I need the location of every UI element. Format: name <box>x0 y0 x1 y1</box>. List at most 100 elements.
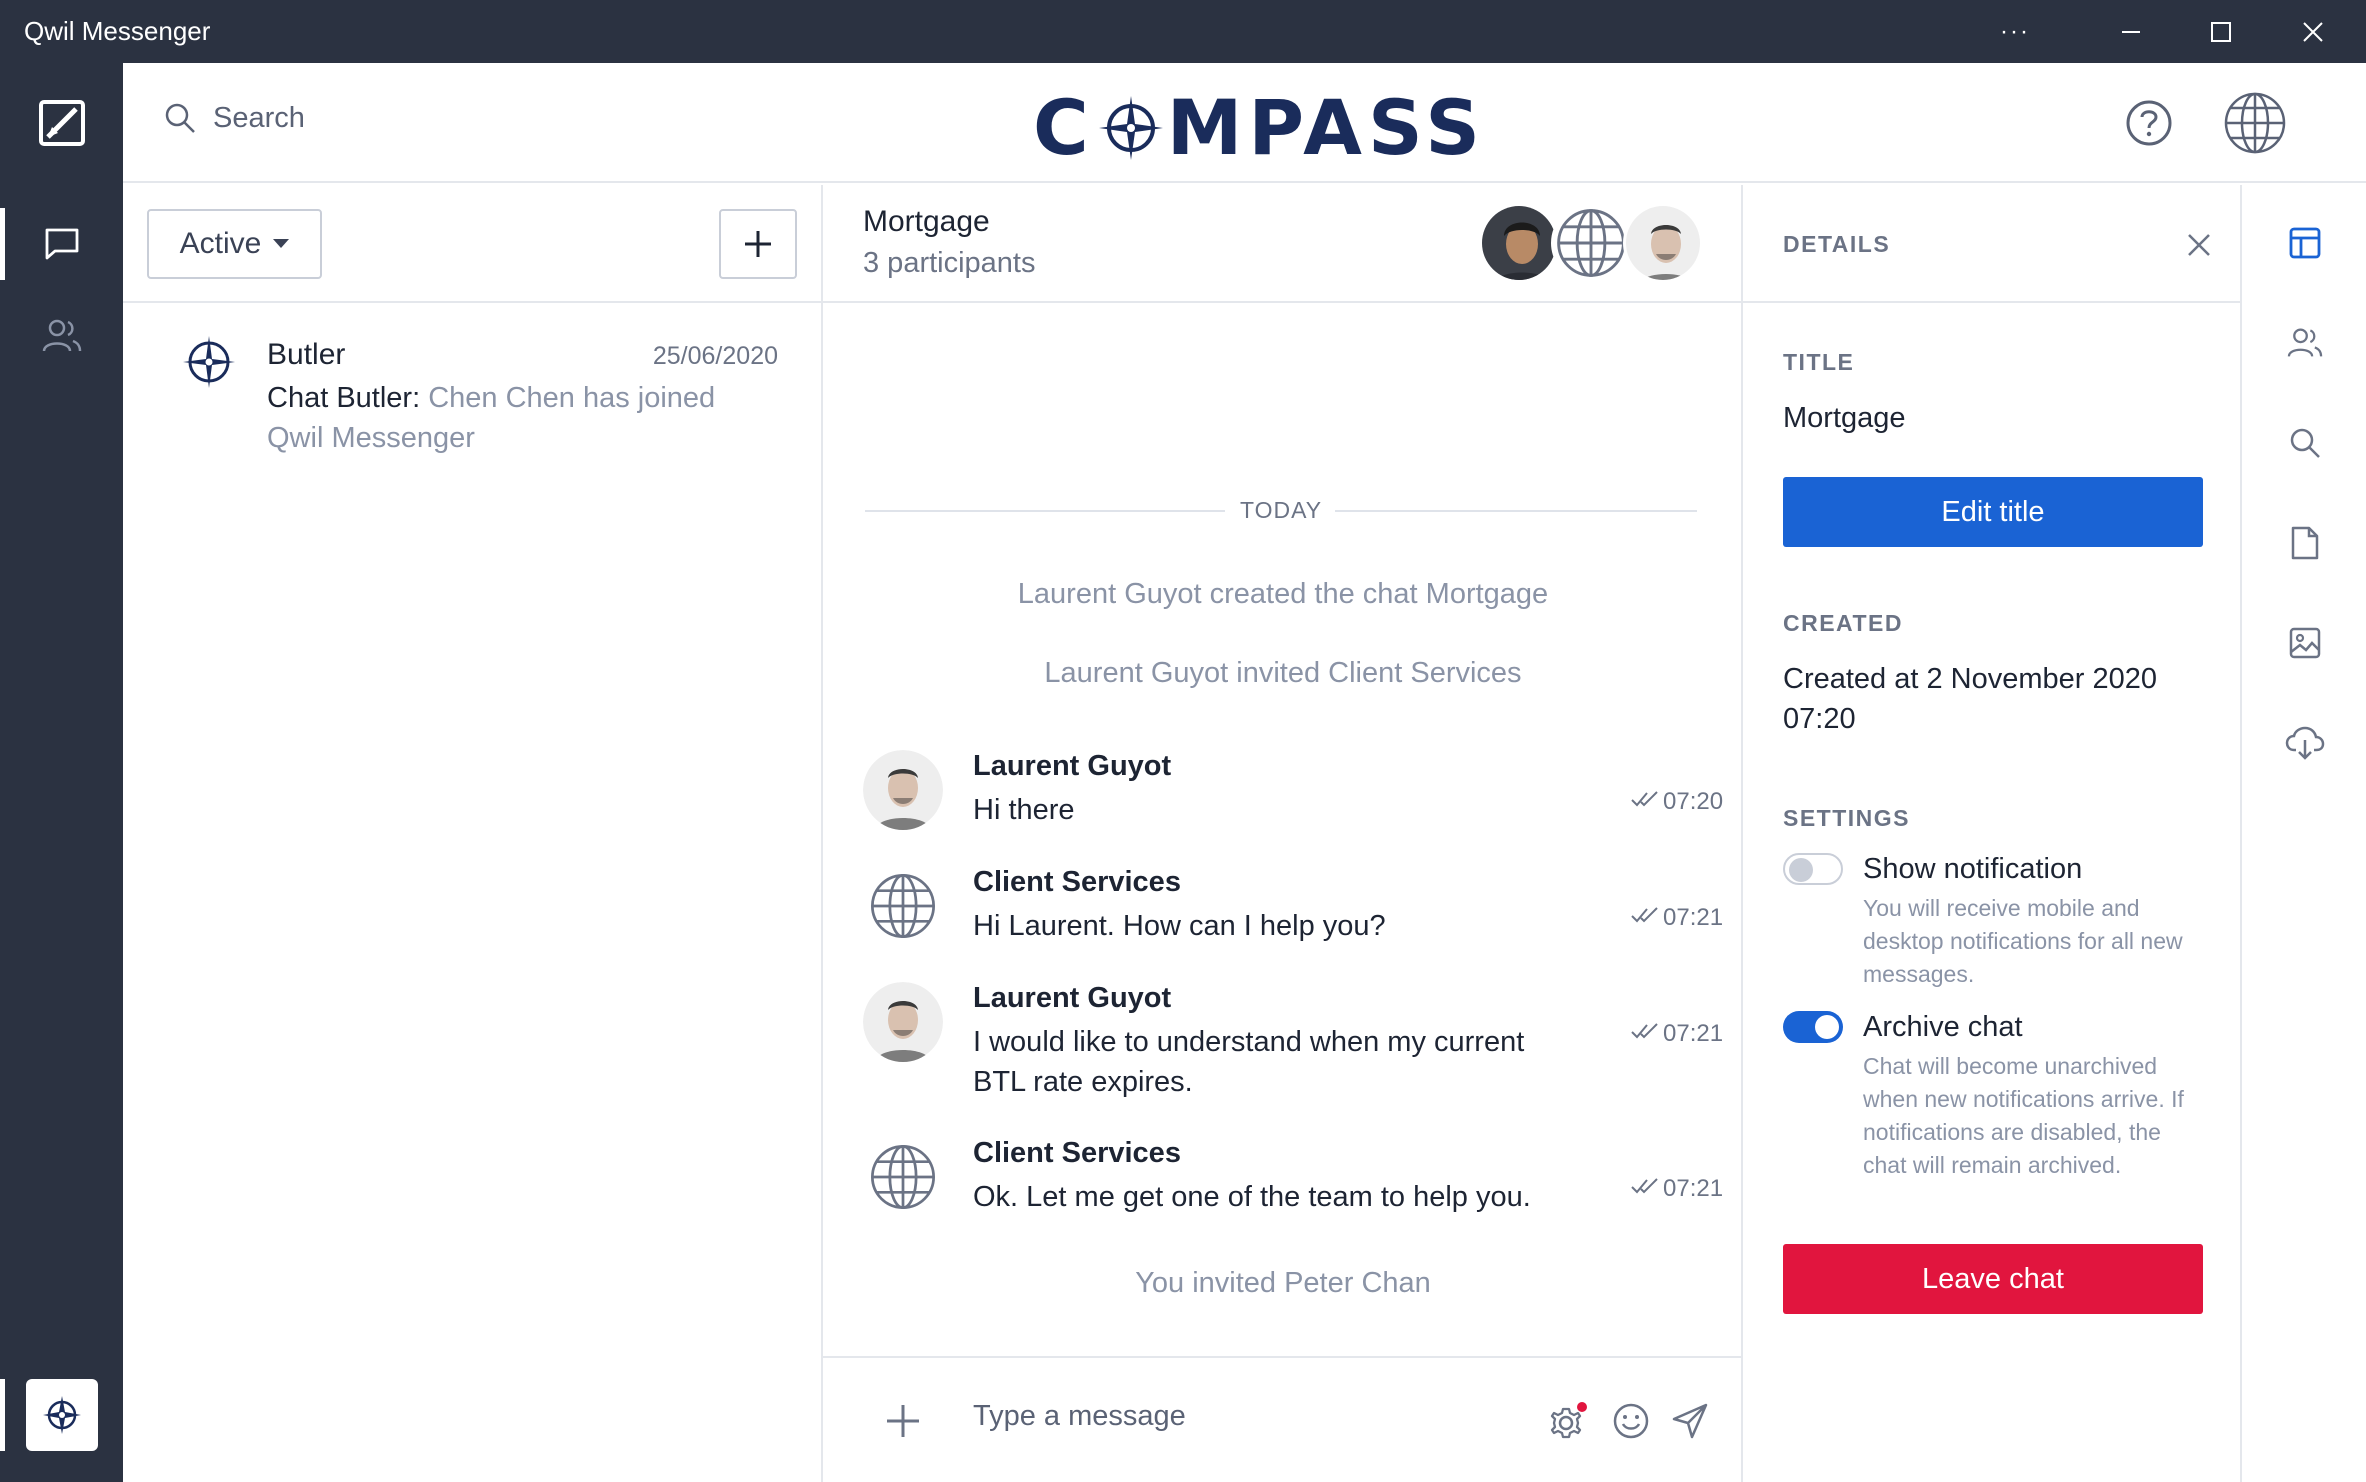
media-tab-button[interactable] <box>2273 611 2337 675</box>
day-separator: TODAY <box>865 497 1697 523</box>
system-message: You invited Peter Chan <box>1135 1267 1431 1299</box>
message-sender: Laurent Guyot <box>973 982 1172 1014</box>
participant-avatar <box>1623 203 1703 283</box>
search-icon <box>2290 428 2320 458</box>
archive-chat-toggle[interactable] <box>1783 1011 1843 1043</box>
more-options-button[interactable]: ··· <box>1970 0 2060 63</box>
person-photo <box>863 750 943 830</box>
people-icon <box>2287 328 2323 357</box>
files-tab-button[interactable] <box>2273 511 2337 575</box>
message-input[interactable] <box>973 1400 1473 1433</box>
sender-avatar[interactable] <box>863 982 943 1062</box>
minimize-button[interactable] <box>2086 0 2176 63</box>
filter-dropdown[interactable]: Active <box>147 209 322 279</box>
globe-icon <box>2224 92 2286 154</box>
org-switcher-button[interactable] <box>26 1379 98 1451</box>
read-receipt-icon <box>1631 791 1658 807</box>
message-text: I would like to understand when my curre… <box>973 1026 1525 1098</box>
message-sender: Client Services <box>973 866 1181 898</box>
nav-chats[interactable] <box>0 199 123 289</box>
close-icon <box>2188 234 2210 256</box>
top-header: C MPASS <box>123 63 2366 183</box>
send-icon <box>1672 1403 1708 1439</box>
help-icon <box>2126 100 2172 146</box>
close-details-button[interactable] <box>2183 229 2215 261</box>
toggle-knob <box>1815 1015 1839 1039</box>
conversation-preview: Chat Butler: Chen Chen has joined Qwil M… <box>267 378 747 458</box>
settings-section-label: SETTINGS <box>1783 805 1911 831</box>
participants-tab-button[interactable] <box>2273 311 2337 375</box>
globe-icon <box>871 874 935 938</box>
message-sender: Client Services <box>973 1137 1181 1169</box>
bottom-active-indicator <box>0 1379 5 1451</box>
participants-count[interactable]: 3 participants <box>863 247 1036 280</box>
message-time: 07:20 <box>1663 788 1724 815</box>
compass-icon <box>43 1396 81 1434</box>
chat-header: Mortgage 3 participants <box>823 185 1743 303</box>
plus-icon <box>887 1405 919 1437</box>
message-text: Hi Laurent. How can I help you? <box>973 910 1386 942</box>
compass-icon <box>183 336 235 388</box>
read-receipt-icon <box>1631 907 1658 923</box>
conversation-date: 25/06/2020 <box>652 342 778 370</box>
message-time: 07:21 <box>1663 1020 1724 1047</box>
gear-icon <box>1550 1402 1587 1439</box>
created-value: Created at 2 November 2020 07:20 <box>1783 663 2157 735</box>
person-photo <box>863 982 943 1062</box>
logo-text-end: MPASS <box>1166 83 1487 172</box>
new-chat-button[interactable] <box>719 209 797 279</box>
minimize-icon <box>2122 30 2140 33</box>
participant-avatar <box>1551 203 1631 283</box>
emoji-button[interactable] <box>1606 1396 1656 1446</box>
search-box[interactable] <box>163 101 613 135</box>
sender-avatar[interactable] <box>863 866 943 946</box>
file-icon <box>2291 526 2319 560</box>
sender-avatar[interactable] <box>863 1137 943 1217</box>
message-settings-button[interactable] <box>1543 1396 1593 1446</box>
plus-icon <box>745 231 771 257</box>
sender-avatar[interactable] <box>863 750 943 830</box>
conversation-item[interactable]: Butler 25/06/2020 Chat Butler: Chen Chen… <box>123 320 823 454</box>
globe-icon <box>871 1145 935 1209</box>
archive-chat-label: Archive chat <box>1863 1011 2023 1043</box>
send-button[interactable] <box>1665 1396 1715 1446</box>
filter-label: Active <box>179 227 262 260</box>
more-icon: ··· <box>2000 17 2030 45</box>
export-chat-button[interactable] <box>2273 711 2337 775</box>
message-composer <box>823 1356 1743 1482</box>
close-window-button[interactable] <box>2268 0 2358 63</box>
edit-title-button[interactable]: Edit title <box>1783 477 2203 547</box>
show-notification-toggle[interactable] <box>1783 853 1843 885</box>
org-profile-button[interactable] <box>2223 91 2287 155</box>
chat-list-panel: Active Butler 25/06/2020 Chat Butler: Ch… <box>123 185 823 1482</box>
help-button[interactable] <box>2117 91 2181 155</box>
logo-text-start: C <box>1033 83 1095 172</box>
preview-sender: Chat Butler: <box>267 382 421 414</box>
attach-button[interactable] <box>878 1396 928 1446</box>
day-label: TODAY <box>1239 497 1323 523</box>
participants-avatars[interactable] <box>1479 203 1739 285</box>
company-logo: C MPASS <box>1033 83 1486 172</box>
chat-bubble-icon <box>45 228 78 260</box>
chat-title-value: Mortgage <box>1783 402 1906 434</box>
cloud-download-icon <box>2285 726 2325 760</box>
app-logo[interactable] <box>0 63 123 183</box>
smiley-icon <box>1613 1403 1649 1439</box>
details-tab-button[interactable] <box>2273 211 2337 275</box>
title-section-label: TITLE <box>1783 349 1855 375</box>
system-message: Laurent Guyot invited Client Services <box>1044 657 1522 689</box>
maximize-button[interactable] <box>2176 0 2266 63</box>
details-panel: DETAILS TITLE Mortgage Edit title CREATE… <box>1743 185 2242 1482</box>
compose-logo-icon <box>38 100 85 146</box>
details-header: DETAILS <box>1743 185 2242 303</box>
show-notification-label: Show notification <box>1863 853 2083 885</box>
search-input[interactable] <box>213 101 613 135</box>
participant-avatar <box>1479 203 1559 283</box>
image-icon <box>2289 627 2321 659</box>
app-title: Qwil Messenger <box>24 16 211 46</box>
chat-list-toolbar: Active <box>123 185 821 303</box>
nav-contacts[interactable] <box>0 291 123 381</box>
search-chat-button[interactable] <box>2273 411 2337 475</box>
leave-chat-button[interactable]: Leave chat <box>1783 1244 2203 1314</box>
left-nav-rail <box>0 63 123 1482</box>
